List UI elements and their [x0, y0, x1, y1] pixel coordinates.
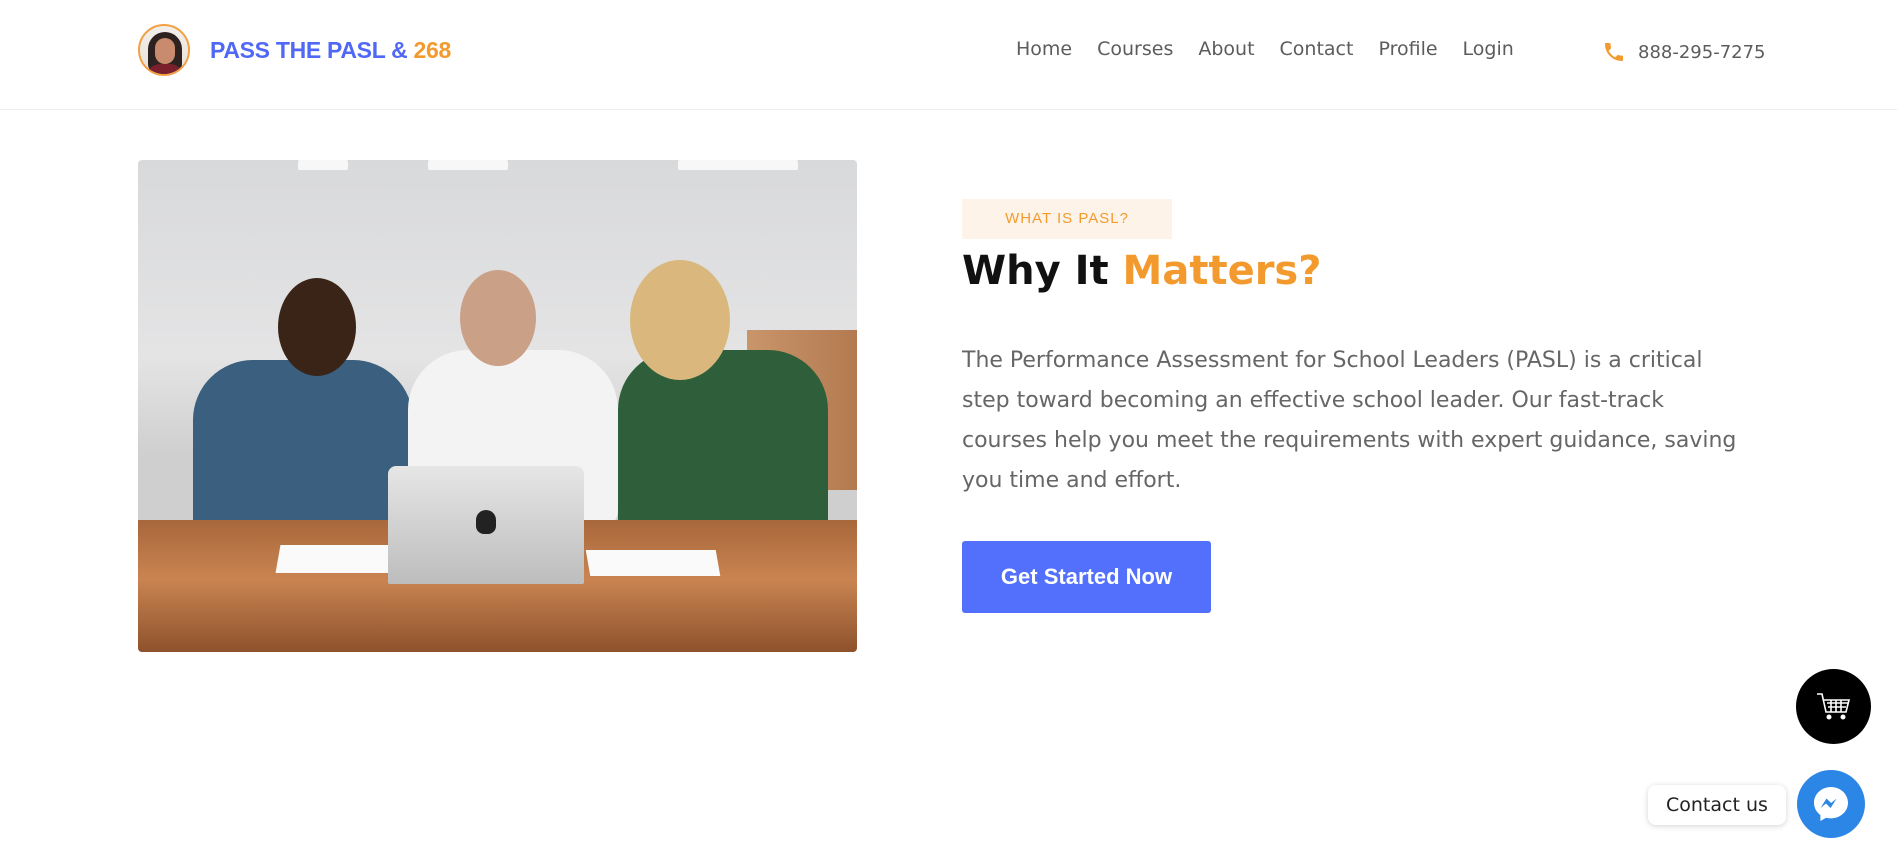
main-nav: Home Courses About Contact Profile Login — [1016, 38, 1514, 60]
contact-us-label[interactable]: Contact us — [1648, 785, 1786, 825]
nav-contact[interactable]: Contact — [1280, 38, 1354, 60]
section-title-accent: Matters? — [1122, 248, 1322, 294]
messenger-button[interactable] — [1797, 770, 1865, 838]
section-description: The Performance Assessment for School Le… — [962, 348, 1737, 493]
cart-button[interactable] — [1796, 669, 1871, 744]
nav-about[interactable]: About — [1198, 38, 1254, 60]
site-header: PASS THE PASL & 268 Home Courses About C… — [0, 0, 1897, 110]
brand-name: PASS THE PASL & 268 — [210, 37, 451, 64]
brand-name-accent: 268 — [413, 36, 452, 63]
section-title-main: Why It — [962, 248, 1123, 294]
logo-avatar — [138, 24, 190, 76]
phone-number: 888-295-7275 — [1638, 41, 1766, 63]
section-title: Why It Matters? — [962, 248, 1321, 294]
nav-login[interactable]: Login — [1463, 38, 1514, 60]
cart-icon — [1816, 692, 1850, 719]
brand-name-main: PASS THE PASL & — [210, 36, 414, 63]
section-tag: WHAT IS PASL? — [962, 199, 1172, 239]
phone-contact[interactable]: 888-295-7275 — [1602, 40, 1766, 64]
nav-profile[interactable]: Profile — [1378, 38, 1437, 60]
messenger-icon — [1814, 787, 1848, 821]
phone-icon — [1605, 43, 1623, 61]
nav-courses[interactable]: Courses — [1097, 38, 1173, 60]
get-started-button[interactable]: Get Started Now — [962, 541, 1211, 613]
nav-home[interactable]: Home — [1016, 38, 1072, 60]
logo[interactable]: PASS THE PASL & 268 — [138, 24, 451, 76]
team-photo — [138, 160, 857, 652]
